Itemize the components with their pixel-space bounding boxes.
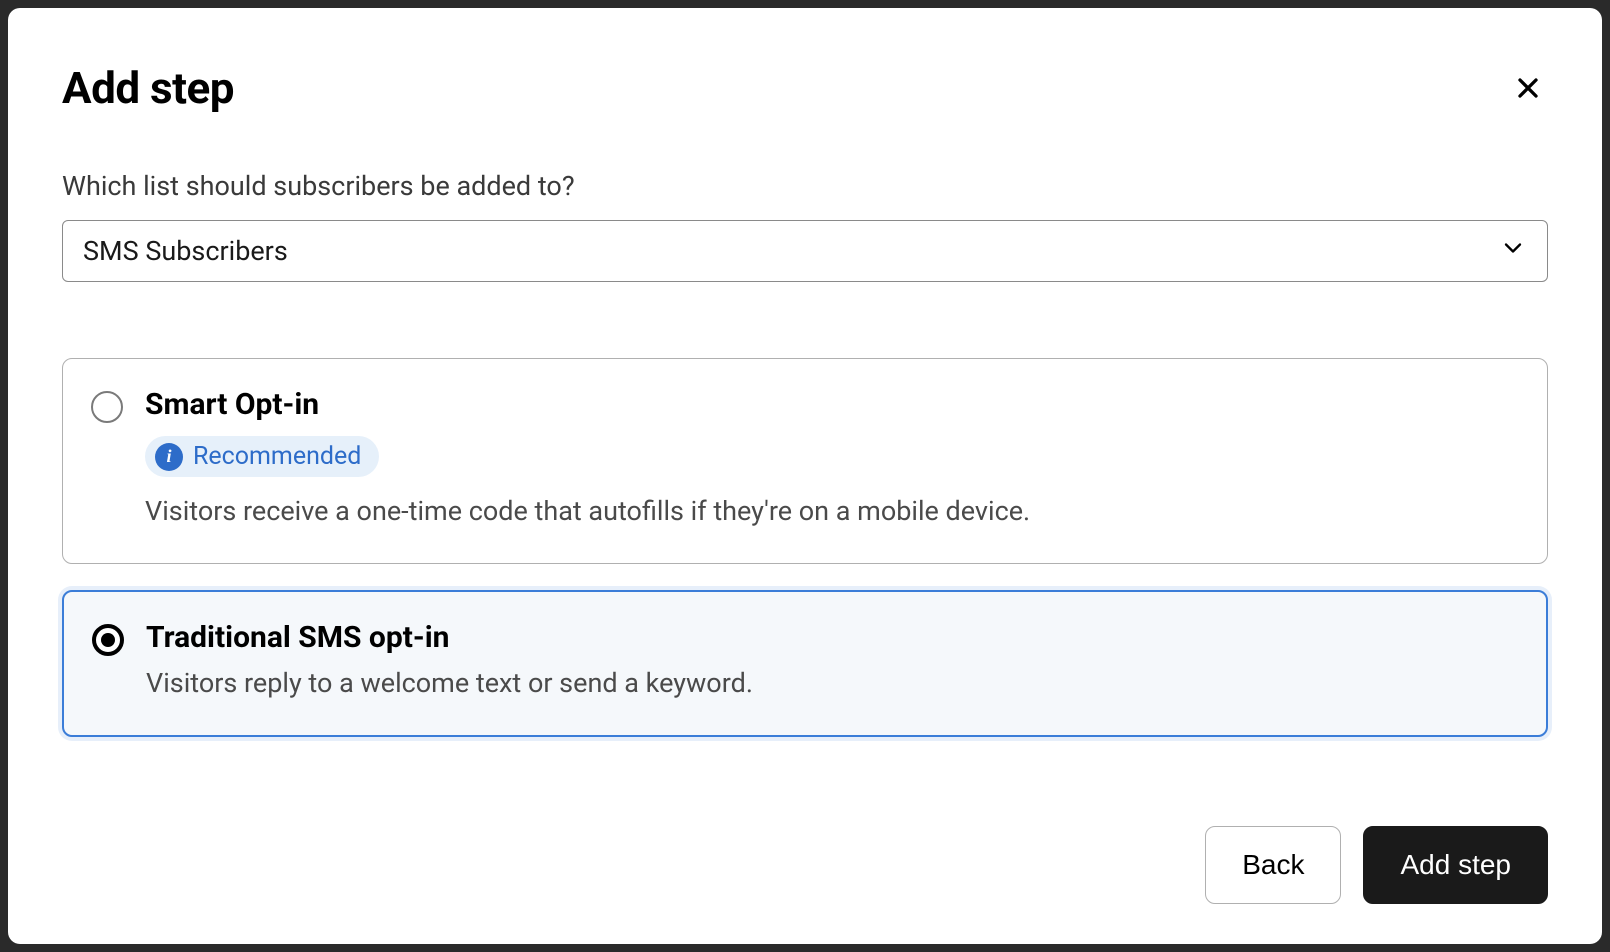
list-select[interactable]: SMS Subscribers bbox=[62, 220, 1548, 282]
chevron-down-icon bbox=[1499, 234, 1527, 269]
radio-indicator bbox=[92, 624, 124, 656]
modal-title: Add step bbox=[62, 62, 234, 114]
modal-footer: Back Add step bbox=[62, 826, 1548, 904]
list-select-value: SMS Subscribers bbox=[83, 235, 288, 267]
option-title: Smart Opt-in bbox=[145, 387, 1030, 422]
radio-indicator bbox=[91, 391, 123, 423]
list-select-wrapper: SMS Subscribers bbox=[62, 220, 1548, 282]
add-step-button[interactable]: Add step bbox=[1363, 826, 1548, 904]
close-button[interactable] bbox=[1508, 68, 1548, 108]
option-title: Traditional SMS opt-in bbox=[146, 620, 753, 655]
list-field-label: Which list should subscribers be added t… bbox=[62, 170, 1548, 202]
close-icon bbox=[1512, 72, 1544, 104]
modal-header: Add step bbox=[62, 62, 1548, 114]
recommended-badge: i Recommended bbox=[145, 436, 379, 477]
optin-options-group: Smart Opt-in i Recommended Visitors rece… bbox=[62, 358, 1548, 737]
option-traditional-optin[interactable]: Traditional SMS opt-in Visitors reply to… bbox=[62, 590, 1548, 737]
option-smart-optin[interactable]: Smart Opt-in i Recommended Visitors rece… bbox=[62, 358, 1548, 564]
add-step-modal: Add step Which list should subscribers b… bbox=[8, 8, 1602, 944]
option-description: Visitors receive a one-time code that au… bbox=[145, 493, 1030, 531]
option-description: Visitors reply to a welcome text or send… bbox=[146, 665, 753, 703]
back-button[interactable]: Back bbox=[1205, 826, 1341, 904]
info-icon: i bbox=[155, 443, 183, 471]
option-content: Smart Opt-in i Recommended Visitors rece… bbox=[145, 387, 1030, 531]
option-content: Traditional SMS opt-in Visitors reply to… bbox=[146, 620, 753, 703]
badge-text: Recommended bbox=[193, 442, 361, 471]
